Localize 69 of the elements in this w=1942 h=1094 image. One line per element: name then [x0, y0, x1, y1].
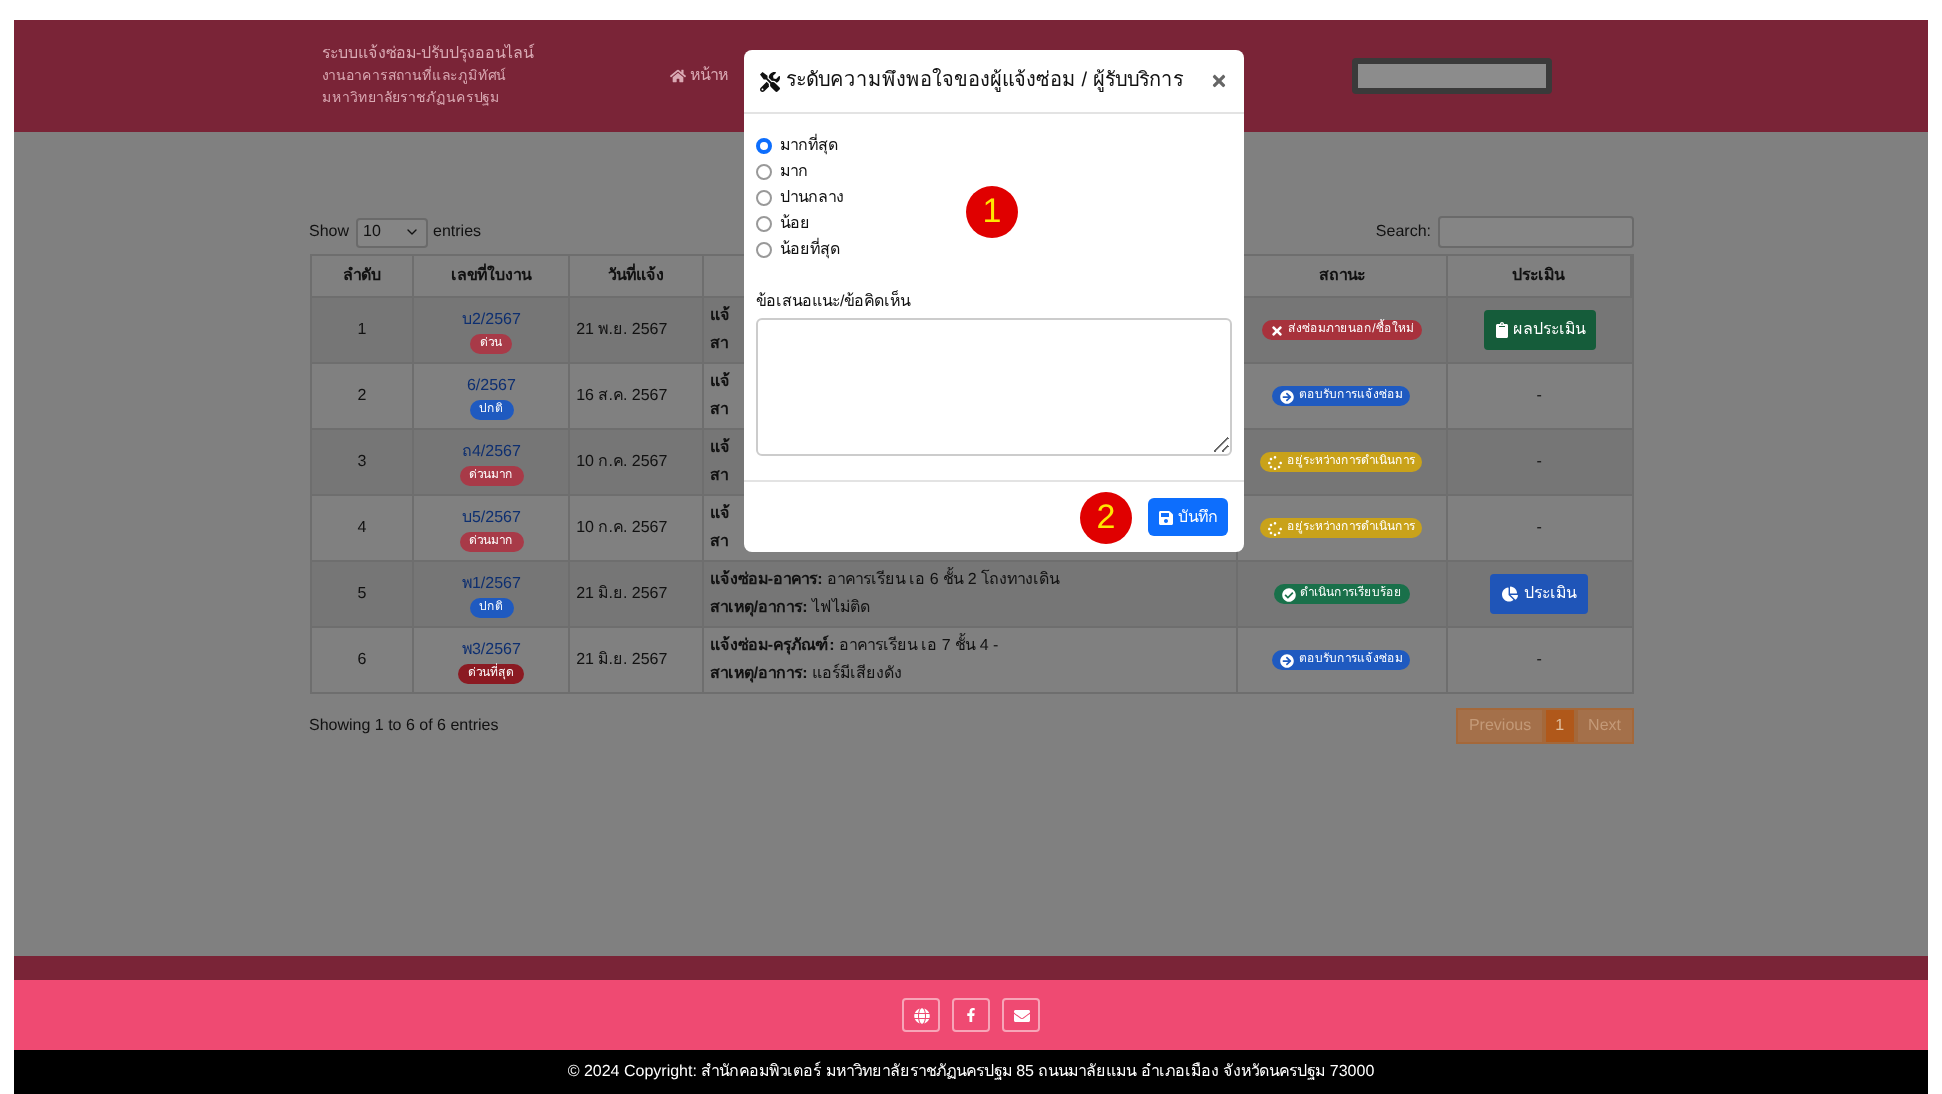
- job-number: ถ4/2567: [461, 439, 521, 463]
- page-length-select[interactable]: 10: [355, 217, 428, 247]
- home-icon: [670, 68, 686, 84]
- facebook-icon: [964, 1008, 978, 1022]
- evaluate-button[interactable]: ประเมิน: [1490, 574, 1589, 614]
- chevron-icon: [403, 224, 420, 240]
- rating-option[interactable]: น้อยที่สุด: [756, 236, 840, 262]
- table-cell: -: [1536, 450, 1542, 474]
- rating-option[interactable]: มากที่สุด: [756, 132, 838, 158]
- cross-icon: [1270, 323, 1285, 337]
- table-cell: 6: [311, 628, 415, 692]
- detail-text: สาเหตุ/อาการ: ไฟไม่ติด: [709, 596, 871, 620]
- radio-button[interactable]: [756, 163, 772, 179]
- search-label: Search:: [1375, 220, 1431, 244]
- table-cell: -: [1536, 648, 1542, 672]
- radio-button[interactable]: [756, 137, 772, 153]
- save-icon: [1158, 509, 1174, 525]
- comment-label: ข้อเสนอแนะ/ข้อคิดเห็น: [756, 290, 913, 314]
- spinner-icon: [1268, 521, 1283, 535]
- detail-text: แจ้: [709, 370, 730, 394]
- comment-field[interactable]: [756, 318, 1232, 456]
- detail-text: แจ้: [709, 436, 730, 460]
- detail-text: สา: [709, 530, 728, 554]
- show-label: Show: [309, 220, 350, 244]
- rating-option[interactable]: น้อย: [756, 210, 810, 236]
- detail-text: สา: [709, 332, 728, 356]
- results-button[interactable]: ผลประเมิน: [1483, 310, 1596, 350]
- save-button[interactable]: บันทึก: [1148, 498, 1228, 536]
- detail-text: แจ้: [709, 502, 730, 526]
- close-icon: [1210, 72, 1228, 90]
- entries-label: entries: [433, 220, 482, 244]
- job-number: พ3/2567: [461, 637, 521, 661]
- search-field[interactable]: [1437, 216, 1633, 248]
- detail-text: แจ้: [709, 304, 730, 328]
- table-info: Showing 1 to 6 of 6 entries: [309, 714, 499, 738]
- spinner-icon: [1268, 455, 1283, 469]
- email-link[interactable]: [1002, 998, 1040, 1032]
- globe-link[interactable]: [902, 998, 940, 1032]
- facebook-link[interactable]: [952, 998, 990, 1032]
- close-button[interactable]: [1210, 72, 1228, 90]
- detail-text: แจ้งซ่อม-ครุภัณฑ์: อาคารเรียน เอ 7 ชั้น 4 -: [709, 634, 999, 658]
- pagination-button[interactable]: 1: [1543, 708, 1577, 744]
- radio-button[interactable]: [756, 189, 772, 205]
- radio-button[interactable]: [756, 241, 772, 257]
- job-number: 6/2567: [466, 373, 516, 397]
- clipboard-icon: [1493, 322, 1510, 338]
- envelope-icon: [1013, 1007, 1029, 1023]
- rating-option[interactable]: มาก: [756, 158, 808, 184]
- tools-icon: [760, 71, 780, 91]
- detail-text: แจ้งซ่อม-อาคาร: อาคารเรียน เอ 6 ชั้น 2 โถงทางเดิน: [709, 568, 1059, 592]
- radio-button[interactable]: [756, 215, 772, 231]
- detail-text: สา: [709, 464, 728, 488]
- globe-icon: [913, 1007, 929, 1023]
- pie-chart-icon: [1502, 586, 1519, 602]
- table-cell: 21 มิ.ย. 2567: [570, 628, 704, 692]
- copyright-text: © 2024 Copyright: สำนักคอมพิวเตอร์ มหาวิทยาลัยราชภัฏนครปฐม 85 ถนนมาลัยแมน อำเภอเมือง จังหวัดนครปฐม 73000: [567, 1060, 1375, 1084]
- job-number: บ2/2567: [461, 307, 521, 331]
- annotation-marker: 2: [1080, 491, 1132, 543]
- detail-text: สา: [709, 398, 728, 422]
- detail-text: สาเหตุ/อาการ: แอร์มีเสียงดัง: [709, 662, 903, 686]
- job-number: พ1/2567: [461, 571, 521, 595]
- job-number: บ5/2567: [461, 505, 521, 529]
- dialog-title: ระดับความพึงพอใจของผู้แจ้งซ่อม / ผู้รับบริการ: [786, 66, 1185, 96]
- table-cell: -: [1536, 516, 1542, 540]
- site-title: ระบบแจ้งซ่อม-ปรับปรุงออนไลน์: [322, 41, 536, 63]
- table-cell: -: [1536, 384, 1542, 408]
- annotation-marker: 1: [966, 186, 1018, 238]
- home-link[interactable]: หน้าห: [670, 64, 728, 88]
- rating-option[interactable]: ปานกลาง: [756, 184, 844, 210]
